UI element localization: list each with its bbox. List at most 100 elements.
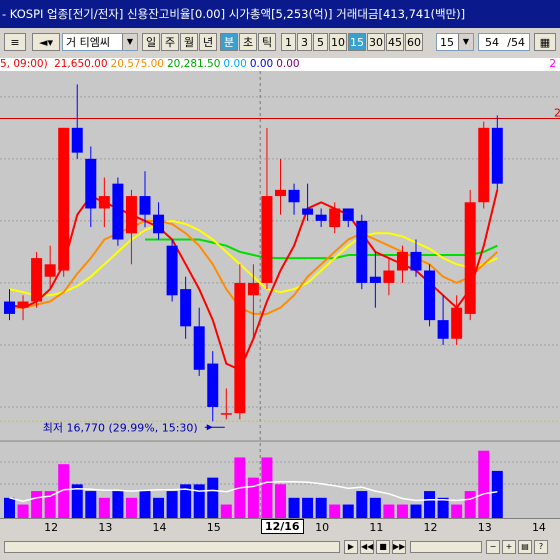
candle-body [261, 196, 273, 283]
volume-bar [31, 491, 43, 518]
candle-body [58, 127, 70, 271]
interval-select[interactable]: 15 ▼ [436, 33, 474, 51]
candle-body [207, 363, 219, 407]
help-icon[interactable]: ? [534, 540, 548, 554]
chart-options-icon[interactable]: ▤ [518, 540, 532, 554]
zoom-slider[interactable] [410, 541, 482, 553]
volume-bar [288, 497, 300, 518]
zoom-out-icon[interactable]: − [486, 540, 500, 554]
candle-body [44, 264, 56, 277]
x-axis: 12 13 14 15 12/16 10 11 12 13 14 [0, 518, 560, 537]
candle-body [424, 270, 436, 321]
volume-bar [464, 491, 476, 518]
candle-body [153, 214, 165, 234]
tab-intraday-0[interactable]: 분 [220, 33, 238, 51]
candle-body [302, 208, 314, 215]
candle-body [247, 282, 259, 296]
price-panel-bg [0, 71, 560, 440]
horizontal-scrollbar[interactable] [4, 541, 340, 553]
zoom-in-icon[interactable]: + [502, 540, 516, 554]
window-title-bar: - KOSPI 업종[전기/전자] 신용잔고비율[0.00] 시가총액[5,25… [0, 0, 560, 28]
stop-icon[interactable]: ■ [376, 540, 390, 554]
page-input[interactable]: 54 /54 [478, 33, 530, 51]
volume-bar [329, 504, 341, 518]
volume-bar [98, 497, 110, 518]
speaker-icon-button[interactable]: ◄▾ [32, 33, 60, 51]
play-icon[interactable]: ▶ [344, 540, 358, 554]
volume-bar [369, 497, 381, 518]
candle-body [71, 127, 83, 153]
candle-body [464, 202, 476, 314]
stock-search-input[interactable]: 거 티엠씨 ▼ [62, 33, 138, 51]
list-icon-button[interactable]: ≡ [4, 33, 26, 51]
interval-button-1[interactable]: 1 [281, 33, 296, 51]
x-axis-label: 13 [477, 521, 492, 534]
price-chart-area[interactable]: 5, 09:00) 21,650.00 20,575.00 20,281.50 0.0… [0, 58, 560, 518]
tab-period-3[interactable]: 년 [199, 33, 217, 51]
interval-button-30[interactable]: 30 [367, 33, 385, 51]
x-axis-label: 13 [98, 521, 113, 534]
candle-body [288, 189, 300, 203]
volume-bar [356, 491, 368, 518]
candle-body [410, 251, 422, 271]
volume-bar [424, 491, 436, 518]
rewind-icon[interactable]: ◀◀ [360, 540, 374, 554]
volume-bar [85, 491, 97, 518]
volume-bar [302, 497, 314, 518]
interval-button-45[interactable]: 45 [386, 33, 404, 51]
candle-body [356, 220, 368, 283]
candle-body [166, 245, 178, 296]
volume-bar [410, 504, 422, 518]
candle-body [98, 196, 110, 209]
candle-body [491, 127, 503, 184]
candle-body [451, 307, 463, 339]
volume-bar [207, 477, 219, 518]
window-title: - KOSPI 업종[전기/전자] 신용잔고비율[0.00] 시가총액[5,25… [2, 7, 466, 21]
interval-button-10[interactable]: 10 [329, 33, 347, 51]
tab-period-2[interactable]: 월 [180, 33, 198, 51]
candle-body [396, 251, 408, 271]
chevron-down-icon[interactable]: ▼ [122, 34, 137, 50]
tab-intraday-2[interactable]: 틱 [258, 33, 276, 51]
tab-period-0[interactable]: 일 [142, 33, 160, 51]
candlestick-chart[interactable]: 최저 16,770 (29.99%, 15:30) 2 [0, 58, 560, 518]
candle-body [193, 326, 205, 370]
volume-bar [4, 497, 15, 518]
tab-period-1[interactable]: 주 [161, 33, 179, 51]
volume-bar [139, 491, 151, 518]
x-axis-label: 10 [315, 521, 330, 534]
candle-body [4, 301, 15, 314]
x-axis-label: 14 [531, 521, 546, 534]
x-axis-label: 11 [369, 521, 384, 534]
candle-body [329, 208, 341, 228]
volume-bar [261, 457, 273, 518]
interval-button-3[interactable]: 3 [297, 33, 312, 51]
candle-body [180, 289, 192, 327]
fast-forward-icon[interactable]: ▶▶ [392, 540, 406, 554]
candle-body [17, 301, 29, 308]
tab-intraday-1[interactable]: 초 [239, 33, 257, 51]
volume-bar [383, 504, 395, 518]
interval-button-15[interactable]: 15 [348, 33, 366, 51]
candle-body [139, 196, 151, 215]
candle-body [342, 208, 354, 221]
page-total: /54 [507, 36, 525, 49]
volume-bar [193, 484, 205, 518]
interval-button-60[interactable]: 60 [405, 33, 423, 51]
volume-bar [220, 504, 232, 518]
volume-bar [112, 491, 124, 518]
volume-bar [451, 504, 463, 518]
x-axis-label: 12 [44, 521, 59, 534]
settings-icon-button[interactable]: ▦ [534, 33, 556, 51]
volume-bar [396, 504, 408, 518]
interval-button-5[interactable]: 5 [313, 33, 328, 51]
candle-body [125, 196, 137, 234]
volume-bar [17, 504, 29, 518]
candle-body [437, 320, 449, 339]
volume-bar [342, 504, 354, 518]
volume-bar [153, 497, 165, 518]
chevron-down-icon[interactable]: ▼ [458, 34, 473, 50]
volume-bar [275, 484, 286, 518]
x-axis-label: 12/16 [260, 519, 304, 534]
chart-toolbar: ≡ ◄▾ 거 티엠씨 ▼ 일 주 월 년 분 초 틱 1 3 5 10 15 30 45 60 15 ▼ 5… [0, 28, 560, 59]
